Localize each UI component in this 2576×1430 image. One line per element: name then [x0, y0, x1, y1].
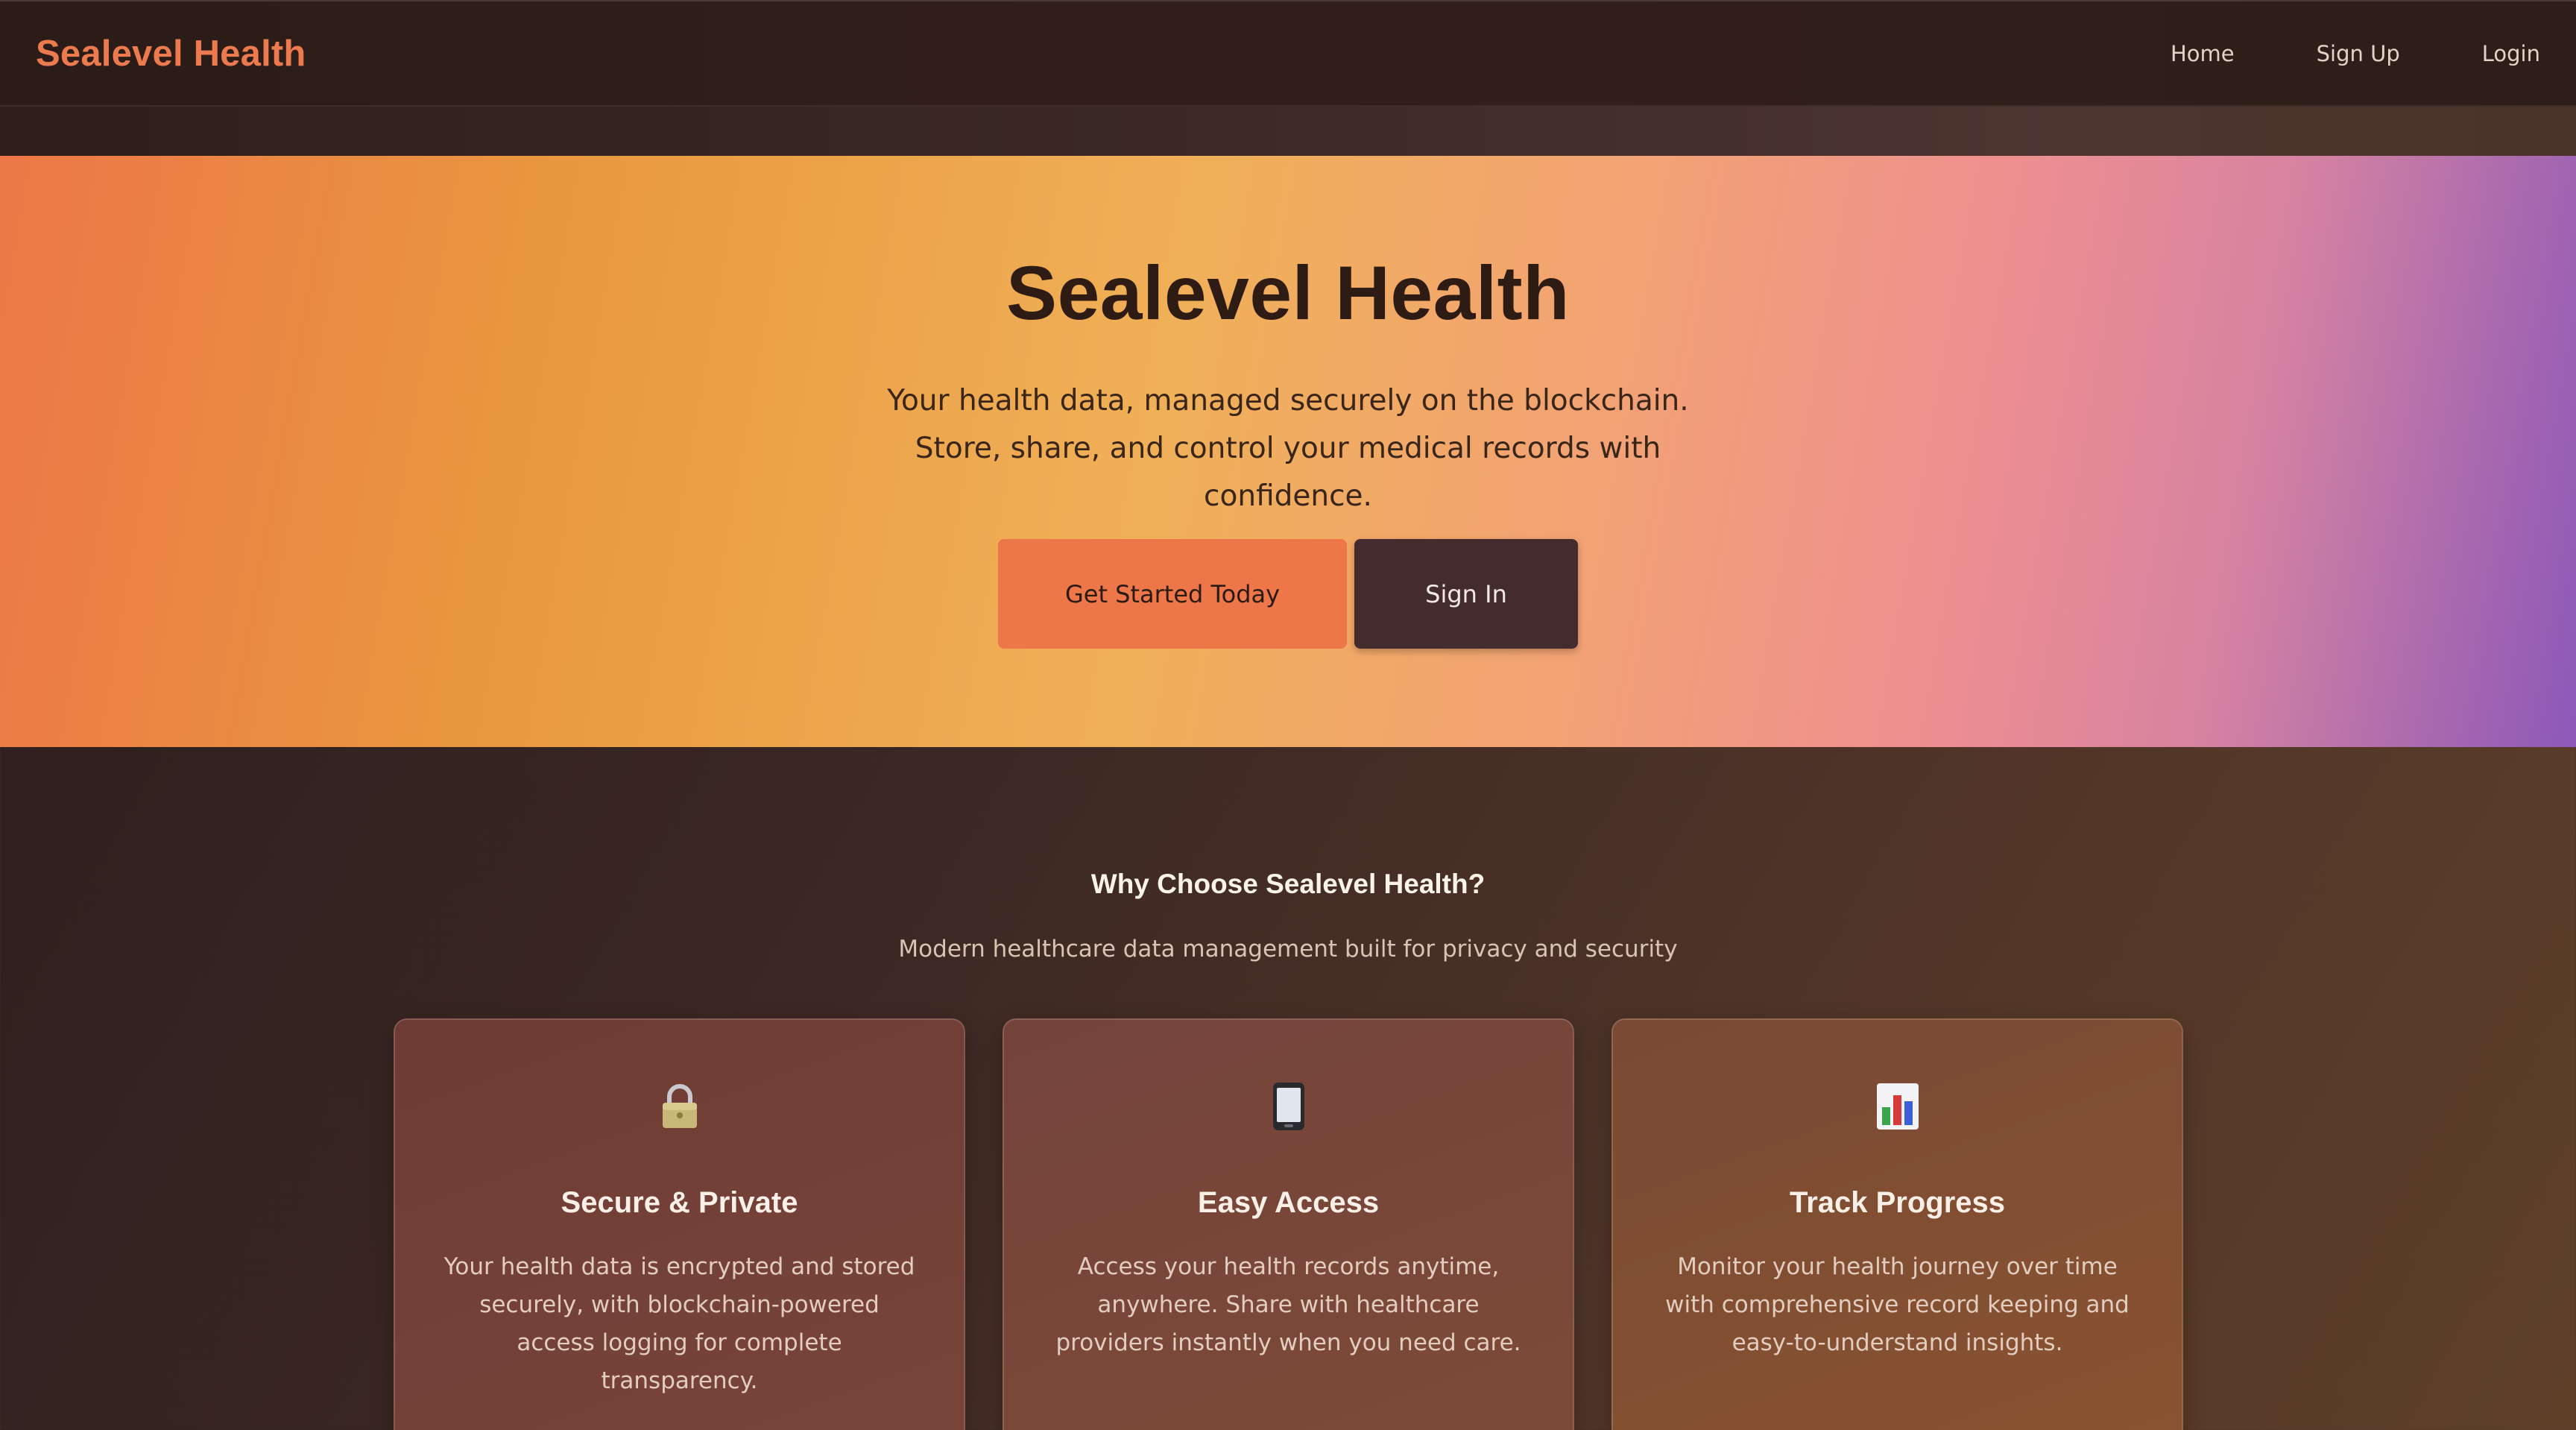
hero-title: Sealevel Health: [1006, 251, 1570, 336]
card-title: Easy Access: [1197, 1186, 1380, 1219]
card-description: Monitor your health journey over time wi…: [1665, 1253, 2130, 1356]
get-started-button[interactable]: Get Started Today: [998, 539, 1347, 649]
top-navbar: Sealevel Health Home Sign Up Login: [0, 0, 2576, 107]
mobile-phone-icon: [1004, 1080, 1573, 1133]
feature-card-secure: Secure & Private Your health data is enc…: [394, 1018, 965, 1430]
feature-card-access: Easy Access Access your health records a…: [1003, 1018, 1574, 1430]
sign-in-button[interactable]: Sign In: [1354, 539, 1578, 649]
bar-chart-icon: [1613, 1080, 2182, 1133]
card-title: Secure & Private: [561, 1186, 798, 1219]
feature-cards: Secure & Private Your health data is enc…: [394, 1018, 2183, 1430]
nav-spacer: [0, 107, 2576, 156]
hero-subtitle: Your health data, managed securely on th…: [887, 384, 1689, 513]
nav-link-home[interactable]: Home: [2171, 41, 2235, 66]
card-description: Access your health records anytime, anyw…: [1055, 1253, 1521, 1356]
hero-section: Sealevel Health Your health data, manage…: [0, 156, 2576, 747]
hero-buttons: Get Started Today Sign In: [0, 539, 2576, 649]
nav-link-login[interactable]: Login: [2482, 41, 2540, 66]
brand-logo[interactable]: Sealevel Health: [36, 33, 306, 75]
card-description: Your health data is encrypted and stored…: [443, 1253, 915, 1394]
nav-links: Home Sign Up Login: [2089, 41, 2540, 66]
feature-card-progress: Track Progress Monitor your health journ…: [1611, 1018, 2183, 1430]
features-title: Why Choose Sealevel Health?: [1090, 869, 1486, 899]
nav-link-sign-up[interactable]: Sign Up: [2317, 41, 2400, 66]
card-title: Track Progress: [1789, 1186, 2006, 1219]
lock-icon: [395, 1080, 964, 1133]
features-subtitle: Modern healthcare data management built …: [898, 936, 1678, 963]
